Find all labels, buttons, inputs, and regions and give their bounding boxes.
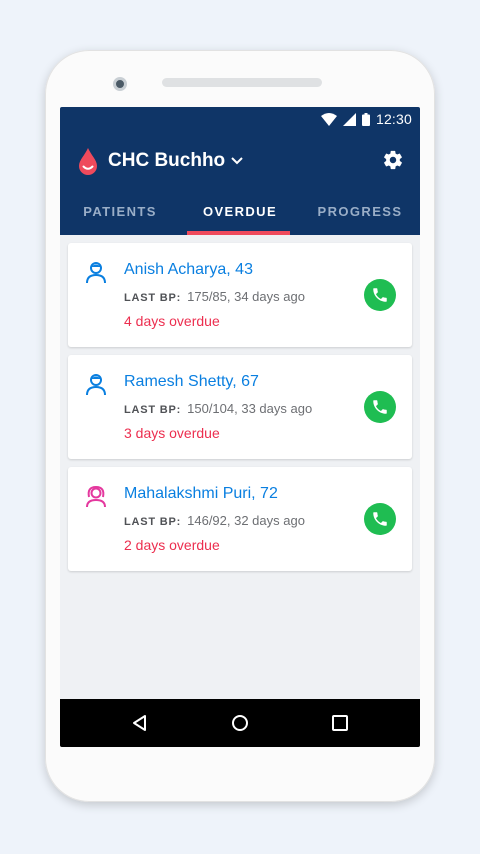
patient-card[interactable]: Ramesh Shetty, 67 LAST BP: 150/104, 33 da… xyxy=(68,355,412,459)
home-icon[interactable] xyxy=(230,713,250,733)
overdue-days: 4 days overdue xyxy=(124,313,220,329)
overdue-list: Anish Acharya, 43 LAST BP: 175/85, 34 day… xyxy=(68,243,412,579)
battery-icon xyxy=(361,112,370,126)
system-nav-bar xyxy=(60,699,420,747)
overdue-days: 2 days overdue xyxy=(124,537,220,553)
phone-icon xyxy=(373,400,387,414)
last-bp-label: LAST BP: xyxy=(124,404,182,416)
phone-icon xyxy=(373,512,387,526)
chevron-down-icon xyxy=(231,157,243,165)
facility-selector[interactable]: CHC Buchho xyxy=(78,147,404,175)
female-patient-icon xyxy=(86,485,106,508)
patient-name[interactable]: Anish Acharya, 43 xyxy=(124,261,253,279)
earpiece-speaker xyxy=(162,78,322,87)
blood-drop-icon xyxy=(79,148,97,175)
app-bar: 12:30 CHC Buchho PATIENTS OVERDUE PROGRE… xyxy=(60,107,420,235)
male-patient-icon xyxy=(86,374,106,396)
call-button[interactable] xyxy=(364,391,396,423)
patient-card[interactable]: Mahalakshmi Puri, 72 LAST BP: 146/92, 32 … xyxy=(68,467,412,571)
back-icon[interactable] xyxy=(130,713,150,733)
call-button[interactable] xyxy=(364,503,396,535)
last-bp-label: LAST BP: xyxy=(124,516,182,528)
signal-icon xyxy=(342,112,356,126)
status-time: 12:30 xyxy=(375,111,412,127)
tab-overdue[interactable]: OVERDUE xyxy=(180,195,300,235)
tab-progress[interactable]: PROGRESS xyxy=(300,195,420,235)
patient-card[interactable]: Anish Acharya, 43 LAST BP: 175/85, 34 day… xyxy=(68,243,412,347)
patient-name[interactable]: Ramesh Shetty, 67 xyxy=(124,373,259,391)
last-bp-value: 175/85, 34 days ago xyxy=(187,289,305,304)
recents-icon[interactable] xyxy=(330,713,350,733)
tab-bar: PATIENTS OVERDUE PROGRESS xyxy=(60,195,420,235)
last-bp-label: LAST BP: xyxy=(124,292,182,304)
patient-name[interactable]: Mahalakshmi Puri, 72 xyxy=(124,485,278,503)
last-bp-value: 146/92, 32 days ago xyxy=(187,513,305,528)
last-bp-value: 150/104, 33 days ago xyxy=(187,401,313,416)
last-bp: LAST BP: 146/92, 32 days ago xyxy=(124,513,305,528)
wifi-icon xyxy=(320,112,337,126)
overdue-days: 3 days overdue xyxy=(124,425,220,441)
gear-icon[interactable] xyxy=(382,149,404,171)
screen: 12:30 CHC Buchho PATIENTS OVERDUE PROGRE… xyxy=(60,107,420,747)
front-camera xyxy=(113,77,127,91)
male-patient-icon xyxy=(86,262,106,284)
tab-patients[interactable]: PATIENTS xyxy=(60,195,180,235)
facility-name: CHC Buchho xyxy=(108,150,226,171)
call-button[interactable] xyxy=(364,279,396,311)
last-bp: LAST BP: 175/85, 34 days ago xyxy=(124,289,305,304)
last-bp: LAST BP: 150/104, 33 days ago xyxy=(124,401,312,416)
phone-icon xyxy=(373,288,387,302)
status-bar: 12:30 xyxy=(320,111,412,127)
